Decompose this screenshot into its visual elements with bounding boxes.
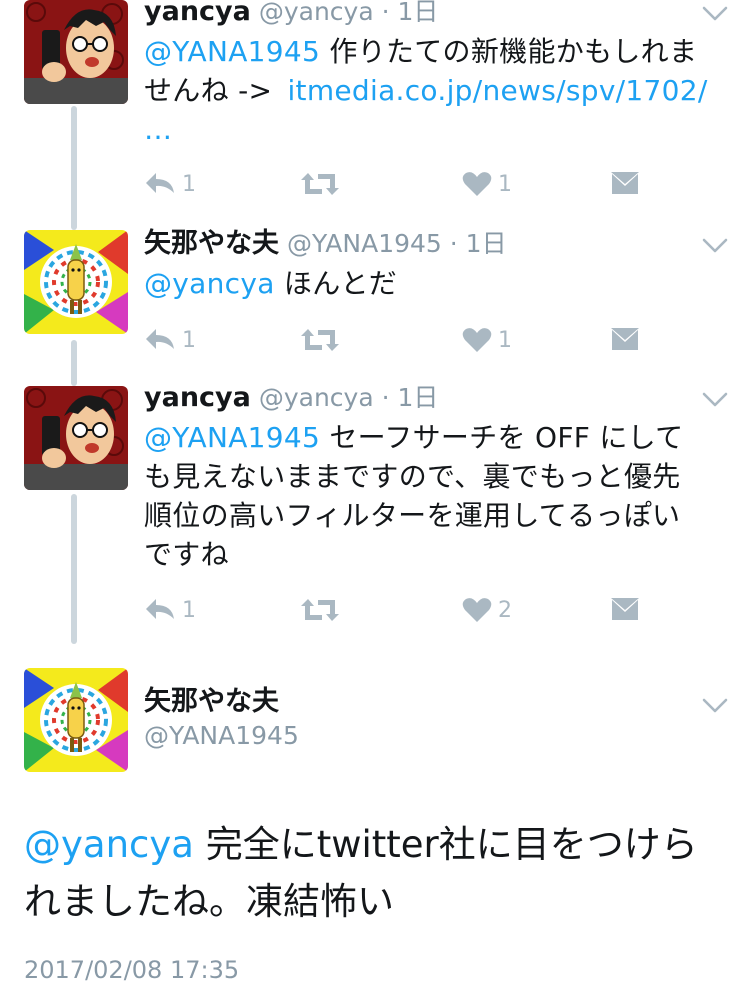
focus-tweet: 矢那やな夫 @YANA1945 @yancya 完全にtwitter社に目をつけ… <box>0 668 750 997</box>
mention-link[interactable]: @yancya <box>24 823 194 866</box>
retweet-icon <box>300 597 340 623</box>
retweet-button[interactable] <box>300 166 340 202</box>
tweet-text-line: も見えないままですので、裏でもっと優先 <box>144 460 681 493</box>
reply-icon <box>144 171 176 197</box>
reply-icon <box>144 597 176 623</box>
like-button[interactable]: 1 <box>462 322 512 358</box>
tweet-timestamp[interactable]: 2017/02/08 17:35 <box>24 955 239 985</box>
reply-button[interactable]: 1 <box>144 166 196 202</box>
like-icon <box>462 327 492 353</box>
chevron-down-icon[interactable] <box>702 390 728 410</box>
direct-message-icon <box>610 598 640 622</box>
direct-message-icon <box>610 172 640 196</box>
tweet-text: @yancya 完全にtwitter社に目をつけら れましたね。凍結怖い <box>24 816 734 930</box>
user-handle[interactable]: @YANA1945 <box>287 229 442 258</box>
tweet-header: yancya @yancya · 1日 <box>144 0 438 28</box>
tweet-text: @yancya ほんとだ <box>144 264 729 303</box>
user-handle[interactable]: @yancya <box>259 0 374 26</box>
like-icon <box>462 597 492 623</box>
chevron-down-icon[interactable] <box>702 696 728 716</box>
like-button[interactable]: 1 <box>462 166 512 202</box>
chevron-down-icon[interactable] <box>702 236 728 256</box>
tweet-text-line: 完全にtwitter社に目をつけら <box>193 823 698 866</box>
tweet-2[interactable]: 矢那やな夫 @YANA1945 · 1日 @yancya ほんとだ 1 1 <box>0 228 750 370</box>
like-count: 1 <box>498 171 512 197</box>
tweet-3[interactable]: yancya @yancya · 1日 @YANA1945 セーフサーチを OF… <box>0 382 750 646</box>
direct-message-button[interactable] <box>610 592 640 628</box>
mention-link[interactable]: @YANA1945 <box>144 35 320 68</box>
retweet-button[interactable] <box>300 322 340 358</box>
retweet-icon <box>300 327 340 353</box>
tweet-text-line: セーフサーチを OFF にして <box>320 421 684 454</box>
chevron-down-icon[interactable] <box>702 4 728 24</box>
display-name[interactable]: yancya <box>144 0 251 27</box>
like-count: 2 <box>498 597 512 623</box>
reply-count: 1 <box>182 327 196 353</box>
display-name[interactable]: 矢那やな夫 <box>144 686 279 718</box>
separator-dot: · <box>449 229 458 258</box>
tweet-time[interactable]: 1日 <box>398 383 439 412</box>
user-handle[interactable]: @yancya <box>259 383 374 412</box>
tweet-text-line: れましたね。凍結怖い <box>24 880 394 923</box>
tweet-header: 矢那やな夫 @YANA1945 · 1日 <box>144 228 507 260</box>
direct-message-button[interactable] <box>610 166 640 202</box>
retweet-button[interactable] <box>300 592 340 628</box>
display-name[interactable]: yancya <box>144 382 251 413</box>
like-button[interactable]: 2 <box>462 592 512 628</box>
reply-count: 1 <box>182 171 196 197</box>
separator-dot: · <box>381 0 390 26</box>
tweet-header: yancya @yancya · 1日 <box>144 382 438 414</box>
reply-button[interactable]: 1 <box>144 592 196 628</box>
tweet-text-line: 作りたての新機能かもしれま <box>320 35 698 68</box>
reply-count: 1 <box>182 597 196 623</box>
like-count: 1 <box>498 327 512 353</box>
avatar[interactable] <box>24 230 128 334</box>
avatar[interactable] <box>24 386 128 490</box>
tweet-text-line: 順位の高いフィルターを運用してるっぽい <box>144 499 681 532</box>
separator-dot: · <box>381 383 390 412</box>
mention-link[interactable]: @yancya <box>144 267 275 300</box>
reply-button[interactable]: 1 <box>144 322 196 358</box>
user-handle[interactable]: @YANA1945 <box>144 720 299 752</box>
tweet-text-line: ほんとだ <box>274 267 398 300</box>
tweet-time[interactable]: 1日 <box>466 229 507 258</box>
display-name[interactable]: 矢那やな夫 <box>144 228 279 259</box>
avatar[interactable] <box>24 0 128 104</box>
retweet-icon <box>300 171 340 197</box>
tweet-text: @YANA1945 作りたての新機能かもしれま せんね -> itmedia.c… <box>144 32 729 149</box>
tweet-text-line: せんね -> <box>144 74 282 107</box>
tweet-text-line: ですね <box>144 538 229 571</box>
tweet-text: @YANA1945 セーフサーチを OFF にして も見えないままですので、裏で… <box>144 418 729 574</box>
tweet-time[interactable]: 1日 <box>398 0 439 26</box>
url-link[interactable]: itmedia.co.jp/news/spv/1702/ <box>287 74 707 107</box>
reply-icon <box>144 327 176 353</box>
avatar[interactable] <box>24 668 128 772</box>
like-icon <box>462 171 492 197</box>
url-link-more[interactable]: … <box>144 113 172 146</box>
direct-message-icon <box>610 328 640 352</box>
mention-link[interactable]: @YANA1945 <box>144 421 320 454</box>
tweet-1[interactable]: yancya @yancya · 1日 @YANA1945 作りたての新機能かも… <box>0 0 750 220</box>
direct-message-button[interactable] <box>610 322 640 358</box>
